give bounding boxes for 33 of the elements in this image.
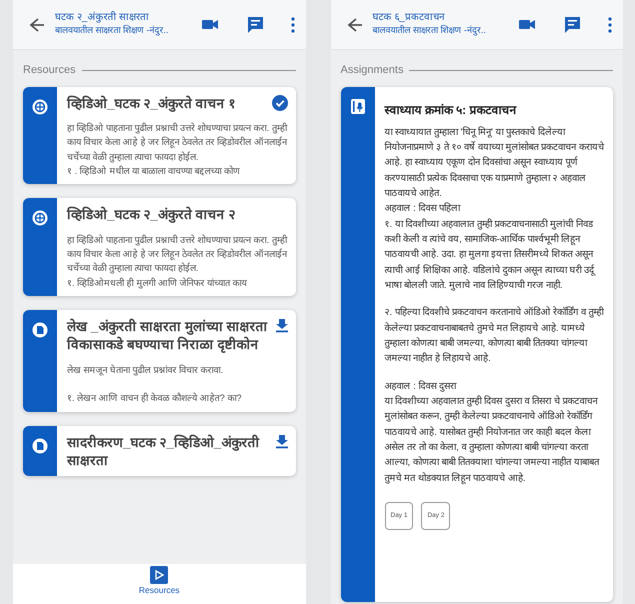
- download-icon[interactable]: [276, 434, 288, 449]
- assignment-paragraph: अहवाल : दिवस दुसरा या दिवशीच्या अहवालात तुम्ही दिवस दुसरा व तिसरा चे प्रकटवाचन मुलांसोबत करून, तुम्ही केलेल्या प्रकटवाचनाचे ऑडिओ रेकॉर्डिंग पाठवायचे आहे. यासोबत तुम्ही नियोजनात जर काही बदल केला असेल तर तो का केला, व तुम्हाला कोणत्या बाबी चांगल्या करता आल्या, कोणत्या बाबी तितक्याशा चांगल्या जमल्या नाहीत याबाबत तुमचे मत थोडक्यात लिहून पाठवायचे आहे.: [384, 379, 600, 486]
- card-title: लेख _अंकुरती साक्षरता मुलांच्या साक्षरता विकासाकडे बघण्याचा निराळा दृष्टीकोन: [67, 318, 268, 355]
- resource-card[interactable]: लेख _अंकुरती साक्षरता मुलांच्या साक्षरता विकासाकडे बघण्याचा निराळा दृष्टीकोन लेख समजून घेताना पुढील प्रश्नांवर विचार करावा. १. लेखन आणि वाचन ही केवळ कौशल्ये आहेत? का?: [23, 310, 296, 412]
- chat-icon[interactable]: [246, 16, 264, 34]
- resource-card[interactable]: [23, 86, 296, 184]
- card-description: हा व्हिडिओ पाहताना पुढील प्रश्नाची उत्तरे शोधण्याचा प्रयत्न करा. तुम्ही काय विचार केला आहे हे जर लिहून ठेवलेत तर व्हिडोवरील ऑनलाईन चर्चेच्या वेळी तुम्हाला त्याचा फायदा होईल. १. व्हिडिओमधली ही मुलगी आणि जेनिफर यांच्यात काय: [67, 234, 288, 290]
- document-icon: [32, 322, 48, 338]
- course-subtitle: बालवयातील साक्षरता शिक्षण -नंदुर..: [372, 24, 487, 38]
- course-title: घटक ६_प्रकटवाचन: [372, 12, 446, 24]
- more-menu-icon[interactable]: [290, 16, 296, 34]
- card-title: सादरीकरण_घटक २_व्हिडिओ_अंकुरती साक्षरता: [67, 434, 260, 470]
- document-icon: [32, 438, 48, 454]
- assignment-title: स्वाध्याय क्रमांक ५: प्रकटवाचन: [384, 102, 518, 118]
- microphone-note-icon: [350, 98, 364, 114]
- globe-icon: [32, 98, 48, 114]
- section-label: Resources: [23, 63, 76, 78]
- card-title: व्हिडिओ_घटक २_अंकुरते वाचन २: [67, 206, 236, 225]
- globe-icon: [32, 210, 48, 226]
- more-menu-icon[interactable]: [607, 16, 613, 34]
- card-description: हा व्हिडिओ पाहताना पुढील प्रश्नाची उत्तरे शोधण्याचा प्रयत्न करा. तुम्ही काय विचार केला आहे हे जर लिहून ठेवलेत तर व्हिडोवरील ऑनलाईन चर्चेच्या वेळी तुम्हाला त्याचा फायदा होईल. १ . व्हिडिओ मधील या बाळाला वाचण्या बद्दलच्या कोण: [67, 122, 288, 178]
- course-title: घटक २_अंकुरती साक्षरता: [55, 12, 150, 24]
- resource-card[interactable]: सादरीकरण_घटक २_व्हिडिओ_अंकुरती साक्षरता: [23, 426, 296, 476]
- assignment-paragraph: या स्वाध्यायात तुम्हाला 'चिनू मिनू' या पुस्तकाचे दिलेल्या नियोजनाप्रमाणे ३ ते १० वर्षे वयाच्या मुलांसोबत प्रकटवाचन करायचे आहे. हा स्वाध्याय एकूण दोन दिवसांचा असून स्वाध्याय पूर्ण करण्यासाठी प्रत्येक दिवसाचा एक याप्रमाणे तुम्हाला २ अहवाल पाठवायचे आहेत. अहवाल : दिवस पहिला १. या दिवशीच्या अहवालात तुम्ही प्रकटवाचनासाठी मुलांची निवड कशी केली व त्यांचे वय, सामाजिक-आर्थिक पार्श्वभूमी लिहून पाठवायची आहे. उदा. हा मुलगा इयत्ता तिसरीमध्ये शिकत असून त्याची आई शिक्षिका आहे. वडिलांचे दुकान असून त्याच्या घरी उर्दू भाषा बोलली जाते. मुलाचे नाव लिहिण्याची गरज नाही.: [384, 125, 605, 293]
- card-title: व्हिडिओ_घटक २_अंकुरते वाचन १: [67, 94, 236, 113]
- assignment-paragraph: २. पहिल्या दिवशीचे प्रकटवाचन करतानाचे ऑडिओ रेकॉर्डिंग व तुम्ही केलेल्या प्रकटवाचनाबाबतचे तुमचे मत लिहायचे आहे. यामध्ये तुम्हाला कोणत्या बाबी जमल्या, कोणत्या बाबी तितक्या चांगल्या जमल्या नाहीत हे लिहायचे आहे.: [384, 305, 605, 366]
- section-label: Assignments: [340, 63, 404, 78]
- card-description: लेख समजून घेताना पुढील प्रश्नांवर विचार करावा. १. लेखन आणि वाचन ही केवळ कौशल्ये आहेत? का?: [67, 364, 243, 406]
- course-subtitle: बालवयातील साक्षरता शिक्षण -नंदुर..: [55, 24, 170, 38]
- nav-tab[interactable]: Resources: [132, 564, 186, 604]
- download-icon[interactable]: [276, 318, 288, 334]
- chat-icon[interactable]: [564, 16, 581, 34]
- resource-card[interactable]: [23, 198, 296, 296]
